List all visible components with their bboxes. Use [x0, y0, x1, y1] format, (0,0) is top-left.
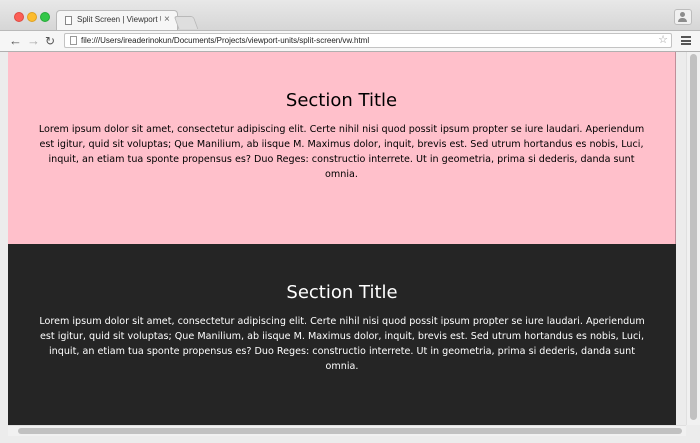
section-title: Section Title — [286, 282, 398, 303]
window-minimize-button[interactable] — [27, 12, 37, 22]
menu-icon[interactable] — [681, 36, 691, 45]
browser-window: Split Screen | Viewport Units × ← → ↻ fi… — [0, 0, 700, 443]
tab-close-icon[interactable]: × — [164, 14, 170, 26]
browser-toolbar: ← → ↻ file:///Users/ireaderinokun/Docume… — [0, 30, 700, 52]
section-dark: Section Title Lorem ipsum dolor sit amet… — [8, 244, 676, 425]
section-text: Lorem ipsum dolor sit amet, consectetur … — [39, 316, 645, 372]
page-viewport: Section Title Lorem ipsum dolor sit amet… — [8, 52, 686, 425]
reload-icon[interactable]: ↻ — [45, 33, 55, 49]
file-icon — [70, 36, 77, 45]
page-icon — [65, 16, 72, 25]
new-tab-button[interactable] — [173, 16, 199, 29]
profile-icon[interactable] — [674, 9, 692, 25]
section-title: Section Title — [285, 90, 398, 111]
horizontal-scroll-thumb[interactable] — [18, 428, 682, 434]
tab-strip: Split Screen | Viewport Units × — [0, 0, 700, 31]
section-text: Lorem ipsum dolor sit amet, consectetur … — [38, 124, 645, 180]
browser-tab[interactable]: Split Screen | Viewport Units × — [56, 10, 178, 31]
section-pink: Section Title Lorem ipsum dolor sit amet… — [8, 52, 676, 244]
url-text[interactable]: file:///Users/ireaderinokun/Documents/Pr… — [81, 35, 369, 47]
vertical-scroll-thumb[interactable] — [690, 54, 697, 420]
tab-title: Split Screen | Viewport Units — [77, 15, 161, 24]
horizontal-scrollbar[interactable] — [8, 425, 686, 436]
forward-arrow-icon[interactable]: → — [27, 33, 40, 49]
back-arrow-icon[interactable]: ← — [9, 33, 22, 49]
window-frame-bottom — [0, 436, 700, 443]
vertical-scrollbar[interactable] — [686, 52, 700, 425]
window-close-button[interactable] — [14, 12, 24, 22]
address-bar[interactable]: file:///Users/ireaderinokun/Documents/Pr… — [64, 33, 672, 48]
window-frame — [0, 52, 8, 443]
window-maximize-button[interactable] — [40, 12, 50, 22]
bookmark-star-icon[interactable]: ☆ — [658, 34, 668, 47]
